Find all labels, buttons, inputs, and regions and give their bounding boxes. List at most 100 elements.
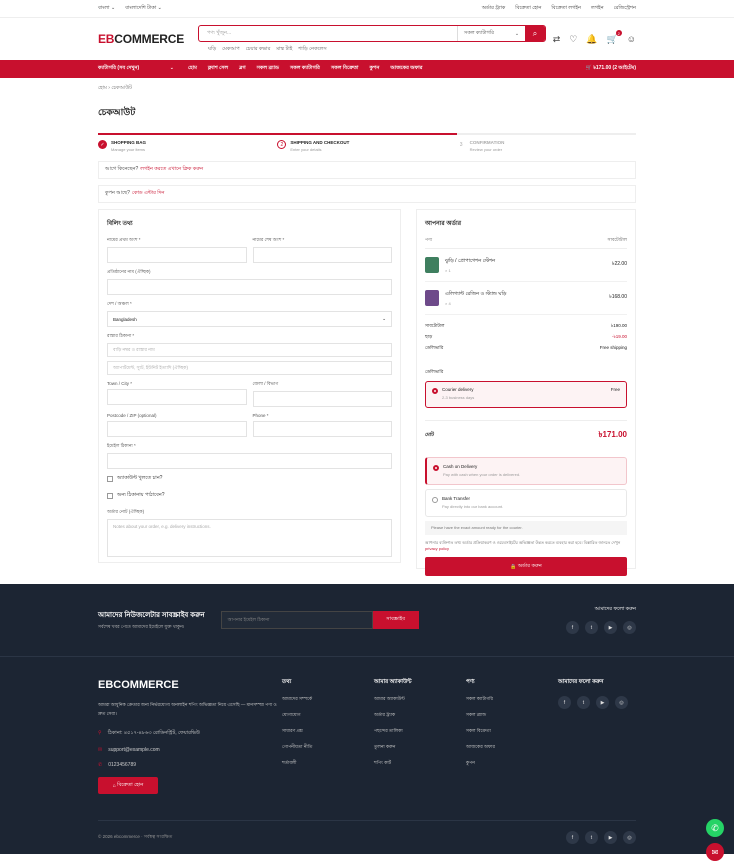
register-link[interactable]: রেজিস্ট্রেশন: [614, 5, 636, 13]
newsletter-email-input[interactable]: আপনার ইমেইল ঠিকানা: [220, 611, 373, 629]
nav-blog[interactable]: ব্লগ: [239, 65, 245, 73]
country-select[interactable]: Bangladesh ⌄: [107, 311, 392, 327]
become-seller-button[interactable]: ⌂ বিক্রেতা হোন: [98, 777, 158, 795]
track-order-link[interactable]: অর্ডার ট্র্যাক: [482, 5, 506, 13]
delivery-option-courier[interactable]: Courier delivery 2-3 business days Free: [425, 381, 627, 408]
chat-icon[interactable]: ✉: [706, 843, 724, 861]
chevron-down-icon: ⌄: [514, 30, 520, 37]
tag-link[interactable]: চেয়ার কভার: [246, 46, 271, 54]
tag-link[interactable]: মেকআপ: [222, 46, 240, 54]
seller-login-link[interactable]: বিক্রেতা লগইন: [551, 5, 581, 13]
categories-dropdown[interactable]: ক্যাটাগরি (সব দেখুন) ⌄: [98, 65, 180, 73]
footer-link[interactable]: পছন্দের তালিকা: [374, 728, 466, 735]
youtube-icon[interactable]: ▶: [604, 621, 617, 634]
footer-link[interactable]: সকল বিক্রেতা: [466, 728, 558, 735]
compare-icon[interactable]: ⇄: [553, 34, 561, 45]
twitter-icon[interactable]: t: [585, 831, 598, 844]
bell-icon[interactable]: 🔔: [586, 34, 597, 45]
nav-home[interactable]: হোম: [188, 65, 197, 73]
login-link[interactable]: লগইন: [591, 5, 604, 13]
footer-link[interactable]: শপিং কার্ট: [374, 760, 466, 767]
page-title: চেকআউট: [98, 107, 136, 117]
youtube-icon[interactable]: ▶: [604, 831, 617, 844]
tag-link[interactable]: ঘড়ি: [208, 46, 216, 54]
footer-link[interactable]: অর্ডার ট্র্যাক: [374, 712, 466, 719]
order-notes-field[interactable]: Notes about your order, e.g. delivery in…: [107, 519, 392, 557]
user-icon[interactable]: ☺: [627, 34, 636, 45]
mail-icon: ✉: [98, 747, 103, 754]
company-field[interactable]: [107, 279, 392, 295]
footer-link[interactable]: সকল ব্র্যান্ড: [466, 712, 558, 719]
footer-link[interactable]: সাধারণ প্রশ্ন: [282, 728, 374, 735]
payment-methods: Cash on Delivery Pay with cash when your …: [425, 457, 627, 535]
twitter-icon[interactable]: t: [585, 621, 598, 634]
footer-link[interactable]: আমার অ্যাকাউন্ট: [374, 696, 466, 703]
main-nav: ক্যাটাগরি (সব দেখুন) ⌄ হোম ফ্ল্যাশ সেল ব্…: [0, 60, 734, 78]
tag-link[interactable]: শাড়ি নেকলেস: [298, 46, 326, 54]
copyright-text: © 2026 ebcommerce · সর্বস্বত্ব সংরক্ষিত: [98, 834, 173, 839]
instagram-icon[interactable]: ◎: [623, 831, 636, 844]
first-name-field[interactable]: [107, 247, 247, 263]
order-summary: আপনার অর্ডার পণ্য সাবটোটাল ঝুড়ি / প্রোপা…: [416, 209, 636, 576]
street-address-field[interactable]: বাড়ি নম্বর ও রাস্তার নাম: [107, 343, 392, 357]
nav-brands[interactable]: সকল ব্র্যান্ড: [257, 65, 279, 73]
state-field[interactable]: [252, 391, 392, 407]
nav-flash-sale[interactable]: ফ্ল্যাশ সেল: [208, 65, 228, 73]
footer-link[interactable]: কুপন: [466, 760, 558, 767]
site-logo[interactable]: EBCOMMERCE: [98, 32, 184, 46]
currency-select[interactable]: বাংলাদেশি টাকা ⌄: [125, 5, 162, 13]
payment-bank[interactable]: Bank Transfer Pay directly into our bank …: [425, 489, 627, 517]
chevron-down-icon: ⌄: [382, 316, 386, 321]
become-seller-link[interactable]: বিক্রেতা হোন: [515, 5, 541, 13]
footer-link[interactable]: তুলনা করুন: [374, 744, 466, 751]
footer-link[interactable]: গোপনীয়তা নীতি: [282, 744, 374, 751]
nav-categories[interactable]: সকল ক্যাটাগরি: [290, 65, 320, 73]
town-field[interactable]: [107, 389, 247, 405]
footer-link[interactable]: যোগাযোগ: [282, 712, 374, 719]
phone-field[interactable]: [252, 421, 392, 437]
privacy-policy-link[interactable]: privacy policy: [425, 546, 449, 551]
location-icon: ⚲: [98, 730, 102, 737]
ship-different-checkbox[interactable]: অন্য ঠিকানায় পাঠাবেন?: [107, 492, 392, 500]
footer-link[interactable]: শর্তাবলী: [282, 760, 374, 767]
facebook-icon[interactable]: f: [566, 831, 579, 844]
facebook-icon[interactable]: f: [566, 621, 579, 634]
cart-icon[interactable]: 🛒 2: [607, 30, 622, 45]
footer-link[interactable]: আমাদের সম্পর্কে: [282, 696, 374, 703]
search-category-select[interactable]: সকল ক্যাটাগরি ⌄: [457, 26, 525, 41]
nav-cart-summary[interactable]: 🛒 ৳171.00 (2 আইটেম): [586, 65, 636, 73]
instagram-icon[interactable]: ◎: [615, 696, 628, 709]
footer-link[interactable]: আজকের অফার: [466, 744, 558, 751]
coupon-link[interactable]: কোড এন্টার দিন: [132, 190, 164, 198]
subscribe-button[interactable]: সাবস্ক্রাইব: [372, 611, 419, 629]
step-number: 3: [459, 141, 463, 148]
payment-cod[interactable]: Cash on Delivery Pay with cash when your …: [425, 457, 627, 485]
nav-coupons[interactable]: কুপন: [369, 65, 379, 73]
facebook-icon[interactable]: f: [558, 696, 571, 709]
search-input[interactable]: পণ্য খুঁজুন...: [199, 26, 457, 41]
footer-link[interactable]: সকল ক্যাটাগরি: [466, 696, 558, 703]
tag-link[interactable]: মাস্ক টাই: [276, 46, 292, 54]
nav-sellers[interactable]: সকল বিক্রেতা: [331, 65, 359, 73]
instagram-icon[interactable]: ◎: [623, 621, 636, 634]
twitter-icon[interactable]: t: [577, 696, 590, 709]
create-account-checkbox[interactable]: অ্যাকাউন্ট খুলতে চান?: [107, 475, 392, 483]
email-field[interactable]: [107, 453, 392, 469]
last-name-field[interactable]: [252, 247, 392, 263]
step-shipping[interactable]: 2 SHIPPING AND CHECKOUT Enter your detail…: [277, 133, 457, 161]
search-button[interactable]: ⌕: [525, 26, 546, 41]
step-number: 2: [277, 140, 287, 149]
place-order-button[interactable]: 🔒 অর্ডার করুন: [425, 557, 627, 576]
login-link[interactable]: লগইন করতে এখানে ক্লিক করুন: [140, 166, 203, 174]
order-item: এলিগ্যান্ট রেজিন ও স্ট্যান্ড ঘড়ি × 4 ৳16…: [425, 282, 627, 315]
apartment-field[interactable]: অ্যাপার্টমেন্ট, স্যুট, ইউনিট ইত্যাদি (ঐচ…: [107, 361, 392, 375]
nav-offers[interactable]: আজকের অফার: [390, 65, 422, 73]
postcode-field[interactable]: [107, 421, 247, 437]
chevron-down-icon: ⌄: [169, 65, 174, 71]
step-shopping-bag[interactable]: ✓ SHOPPING BAG Manage your items: [98, 133, 278, 161]
wishlist-icon[interactable]: ♡: [569, 34, 577, 45]
language-select[interactable]: বাংলা ⌄: [98, 5, 115, 13]
whatsapp-chat-icon[interactable]: ✆: [706, 819, 724, 837]
footer-logo: EBCOMMERCE: [98, 679, 179, 691]
youtube-icon[interactable]: ▶: [596, 696, 609, 709]
